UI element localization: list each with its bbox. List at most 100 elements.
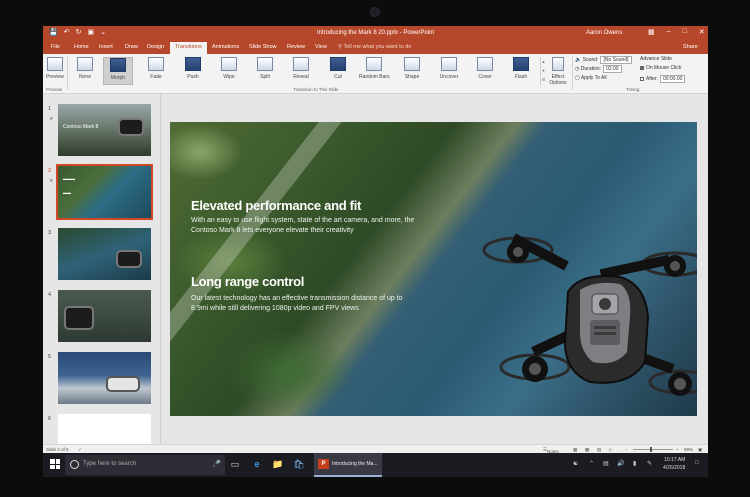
tab-home[interactable]: Home	[74, 44, 89, 50]
slide-heading-1[interactable]: Elevated performance and fit	[191, 198, 361, 213]
slide-thumbnail-6[interactable]	[58, 414, 151, 444]
apply-all-icon: ▢	[575, 75, 580, 81]
transition-star-icon: ★	[49, 116, 54, 122]
tab-design[interactable]: Design	[147, 44, 164, 50]
after-field[interactable]: After: 00:00.00	[640, 75, 686, 83]
transition-fade[interactable]: Fade	[141, 57, 171, 85]
pen-icon[interactable]: ✎	[647, 460, 652, 467]
sound-select[interactable]: [No Sound]	[600, 56, 632, 64]
preview-button[interactable]: Preview	[45, 57, 65, 85]
transition-wipe[interactable]: Wipe	[214, 57, 244, 85]
slide-thumbnail-2[interactable]: ▬▬▬ ▬▬	[56, 164, 153, 220]
action-center-icon[interactable]: □	[695, 460, 699, 466]
taskbar-search-placeholder: Type here to search	[83, 461, 137, 467]
taskbar-powerpoint-app[interactable]: P Introducing the Ma...	[314, 453, 382, 477]
transition-cover[interactable]: Cover	[470, 57, 500, 85]
zoom-slider-thumb[interactable]	[650, 447, 652, 452]
transition-cut[interactable]: Cut	[323, 57, 353, 85]
transition-reveal[interactable]: Reveal	[286, 57, 316, 85]
slide-counter: Slide 2 of 6	[46, 447, 69, 452]
ribbon-display-icon[interactable]: ▦	[648, 28, 655, 36]
store-icon[interactable]: 🛍	[293, 458, 305, 470]
transition-morph[interactable]: Morph	[103, 57, 133, 85]
apply-to-all-button[interactable]: ▢ Apply To All	[575, 75, 607, 81]
task-view-icon[interactable]: ▭	[229, 458, 241, 470]
people-icon[interactable]: ☯	[573, 460, 578, 467]
transition-label: Flash	[514, 74, 528, 80]
minimize-icon[interactable]: –	[667, 28, 671, 36]
checkbox-unchecked[interactable]	[640, 76, 644, 81]
window-controls: ▦ – □ ✕	[648, 28, 705, 36]
taskbar-search[interactable]: Type here to search 🎤	[65, 455, 225, 475]
transition-uncover[interactable]: Uncover	[434, 57, 464, 85]
slide-thumbnail-5[interactable]	[58, 352, 151, 404]
clock-time: 10:17 AM	[664, 457, 686, 463]
after-label: After:	[646, 76, 658, 82]
slide-thumbnail-4[interactable]	[58, 290, 151, 342]
transition-none[interactable]: None	[70, 57, 100, 85]
show-hidden-icons[interactable]: ⌃	[589, 460, 594, 467]
transition-label: Wipe	[223, 74, 235, 80]
slide-thumbnail-3[interactable]	[58, 228, 151, 280]
checkbox-checked[interactable]	[640, 65, 644, 70]
powerpoint-icon: P	[318, 459, 329, 469]
network-icon[interactable]: ▤	[603, 460, 609, 467]
duration-icon: ◷	[575, 66, 580, 72]
apply-to-all-label: Apply To All	[580, 75, 607, 81]
user-name[interactable]: Aaron Owens	[586, 30, 622, 36]
share-button[interactable]: Share	[683, 44, 698, 50]
tab-insert[interactable]: Insert	[99, 44, 113, 50]
shoreline	[170, 122, 365, 416]
lightbulb-icon: ⚲	[338, 44, 343, 50]
drone-image	[106, 376, 140, 392]
tab-view[interactable]: View	[315, 44, 327, 50]
close-icon[interactable]: ✕	[699, 28, 705, 36]
screen: 💾 ↶ ↻ ▣ ⌄ Introducing the Mark 8 20.pptx…	[43, 26, 708, 477]
slide-body-2[interactable]: Our latest technology has an effective t…	[191, 294, 421, 314]
zoom-slider[interactable]	[633, 449, 673, 450]
slide-editor: Elevated performance and fit With an eas…	[161, 94, 708, 444]
maximize-icon[interactable]: □	[683, 28, 687, 36]
transition-label: Cut	[334, 74, 342, 80]
slide-thumbnail-1[interactable]: Contoso Mark 8	[58, 104, 151, 156]
tab-animations[interactable]: Animations	[212, 44, 239, 50]
current-slide[interactable]: Elevated performance and fit With an eas…	[170, 122, 697, 416]
zoom-out-icon[interactable]: –	[625, 447, 628, 452]
file-explorer-icon[interactable]: 📁	[272, 458, 284, 470]
duration-field[interactable]: ◷ Duration: 02.00	[575, 65, 622, 73]
battery-icon[interactable]: ▮	[633, 460, 636, 467]
transition-split[interactable]: Split	[250, 57, 280, 85]
zoom-in-icon[interactable]: +	[676, 447, 679, 452]
tab-review[interactable]: Review	[287, 44, 305, 50]
tell-me-text: Tell me what you want to do	[343, 44, 412, 50]
transition-shape[interactable]: Shape	[397, 57, 427, 85]
duration-label: Duration:	[580, 66, 602, 72]
slide-body-1[interactable]: With an easy to use flight system, state…	[191, 216, 421, 236]
microphone-icon[interactable]: 🎤	[212, 460, 221, 468]
tab-slide-show[interactable]: Slide Show	[249, 44, 277, 50]
slide-number: 2	[48, 168, 52, 174]
taskbar-clock[interactable]: 10:17 AM 4/26/2018	[663, 456, 685, 472]
on-mouse-click-checkbox[interactable]: On Mouse Click	[640, 65, 681, 71]
transition-split-icon	[257, 57, 273, 71]
transition-push-icon	[185, 57, 201, 71]
tell-me-search[interactable]: ⚲ Tell me what you want to do	[338, 44, 411, 50]
slide-heading-2[interactable]: Long range control	[191, 274, 304, 289]
tab-draw[interactable]: Draw	[125, 44, 138, 50]
transition-label: Fade	[150, 74, 162, 80]
effect-options-button[interactable]: Effect Options	[546, 57, 570, 86]
transition-label: None	[79, 74, 91, 80]
transition-flash[interactable]: Flash	[506, 57, 536, 85]
tab-transitions[interactable]: Transitions	[170, 42, 207, 54]
tab-file[interactable]: File	[51, 44, 60, 50]
sound-field[interactable]: 🔈 Sound: [No Sound]	[575, 56, 632, 64]
windows-start-icon[interactable]	[50, 459, 60, 469]
transition-push[interactable]: Push	[178, 57, 208, 85]
transition-random-bars[interactable]: Random Bars	[359, 57, 390, 85]
group-separator	[67, 56, 68, 90]
volume-icon[interactable]: 🔊	[617, 460, 624, 467]
duration-input[interactable]: 02.00	[603, 65, 622, 73]
zoom-level[interactable]: 89%	[684, 447, 693, 452]
after-input[interactable]: 00:00.00	[659, 75, 686, 83]
edge-browser-icon[interactable]: e	[251, 458, 263, 470]
